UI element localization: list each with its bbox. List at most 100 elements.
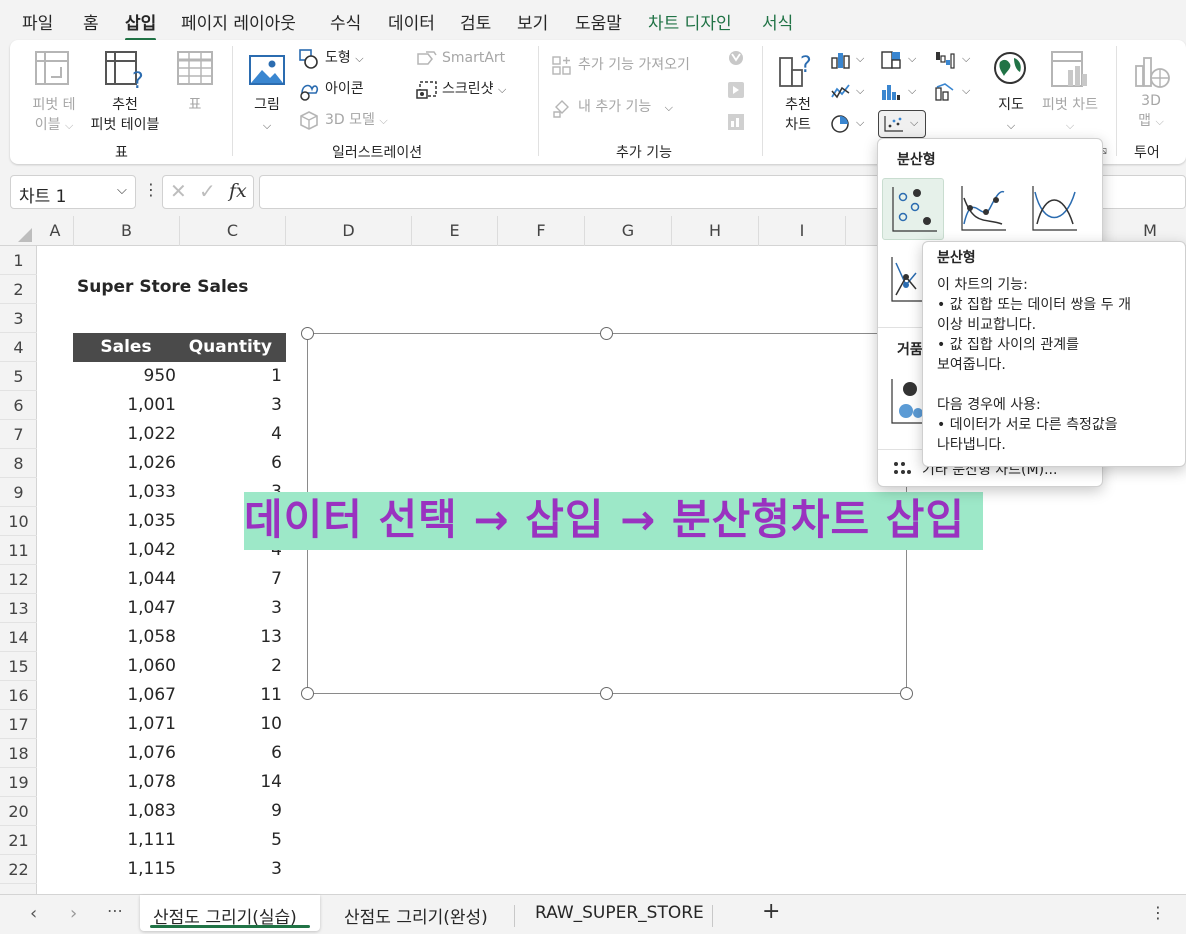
row-header[interactable]: 15	[0, 652, 37, 681]
sales-cell[interactable]: 1,067	[74, 681, 176, 710]
picture-button[interactable]: 그림 ⌵	[244, 48, 290, 132]
quantity-cell[interactable]: 2	[180, 652, 282, 681]
column-header-d[interactable]: D	[286, 216, 412, 246]
column-chart-button[interactable]: ⌵	[828, 48, 868, 72]
row-header[interactable]: 21	[0, 826, 37, 855]
scroll-left-icon[interactable]: ‹	[30, 903, 37, 924]
my-addins-button[interactable]: 내 추가 기능 ⌵	[550, 96, 700, 120]
row-header[interactable]: 16	[0, 681, 37, 710]
pivot-chart-button[interactable]: 피벗 차트 ⌵	[1036, 48, 1104, 138]
row-header[interactable]: 11	[0, 536, 37, 565]
smartart-button[interactable]: SmartArt	[416, 48, 516, 70]
row-header[interactable]: 20	[0, 797, 37, 826]
column-header-e[interactable]: E	[412, 216, 498, 246]
enter-icon[interactable]: ✓	[199, 179, 216, 203]
resize-handle-bottom-left[interactable]	[301, 687, 314, 700]
tab-formulas[interactable]: 수식	[330, 9, 361, 34]
row-header[interactable]: 4	[0, 333, 37, 362]
sheet-tab-complete[interactable]: 산점도 그리기(완성)	[344, 903, 488, 928]
pie-chart-button[interactable]: ⌵	[828, 112, 868, 136]
map-chart-button[interactable]: 지도 ⌵	[988, 48, 1034, 138]
row-header[interactable]: 13	[0, 594, 37, 623]
row-header[interactable]: 18	[0, 739, 37, 768]
tab-chart-design[interactable]: 차트 디자인	[648, 9, 732, 34]
column-header-c[interactable]: C	[180, 216, 286, 246]
quantity-cell[interactable]: 7	[180, 565, 282, 594]
tab-home[interactable]: 홈	[83, 9, 99, 34]
sales-cell[interactable]: 1,083	[74, 797, 176, 826]
quantity-cell[interactable]: 6	[180, 739, 282, 768]
column-header-b[interactable]: B	[74, 216, 180, 246]
tab-insert[interactable]: 삽입	[125, 9, 157, 41]
screenshot-button[interactable]: 스크린샷 ⌵	[416, 79, 528, 101]
tab-data[interactable]: 데이터	[388, 9, 435, 34]
sales-cell[interactable]: 1,035	[74, 507, 176, 536]
chevron-down-icon[interactable]: ⌵	[117, 183, 127, 198]
3d-models-button[interactable]: 3D 모델 ⌵	[298, 110, 408, 132]
add-sheet-button[interactable]: +	[762, 899, 780, 924]
options-icon[interactable]: ⋮	[1150, 903, 1166, 922]
get-addins-button[interactable]: 추가 기능 가져오기	[550, 54, 720, 78]
resize-handle-bottom-right[interactable]	[900, 687, 913, 700]
sales-cell[interactable]: 1,115	[74, 855, 176, 884]
column-header-h[interactable]: H	[672, 216, 759, 246]
row-header[interactable]: 8	[0, 449, 37, 478]
quantity-cell[interactable]: 10	[180, 710, 282, 739]
scatter-smooth-lines-markers-option[interactable]	[952, 178, 1014, 240]
sales-cell[interactable]: 1,078	[74, 768, 176, 797]
bing-maps-icon[interactable]	[726, 80, 746, 100]
row-header[interactable]: 6	[0, 391, 37, 420]
tab-help[interactable]: 도움말	[575, 9, 622, 34]
row-header[interactable]: 5	[0, 362, 37, 391]
row-header[interactable]: 2	[0, 275, 37, 304]
row-header[interactable]: 14	[0, 623, 37, 652]
pivot-table-button[interactable]: 피벗 테 이블 ⌵	[26, 48, 90, 133]
icons-button[interactable]: 아이콘	[298, 79, 388, 101]
sales-cell[interactable]: 1,060	[74, 652, 176, 681]
column-header-a[interactable]: A	[37, 216, 74, 246]
row-header[interactable]: 7	[0, 420, 37, 449]
scatter-smooth-lines-option[interactable]	[1023, 178, 1085, 240]
sales-cell[interactable]: 1,026	[74, 449, 176, 478]
row-header[interactable]: 19	[0, 768, 37, 797]
quantity-cell[interactable]: 3	[180, 855, 282, 884]
row-header[interactable]: 10	[0, 507, 37, 536]
cancel-icon[interactable]: ✕	[170, 179, 187, 203]
insert-function-button[interactable]: fx	[229, 180, 247, 202]
sales-cell[interactable]: 1,076	[74, 739, 176, 768]
quantity-cell[interactable]: 6	[180, 449, 282, 478]
row-header[interactable]: 9	[0, 478, 37, 507]
tab-review[interactable]: 검토	[460, 9, 491, 34]
sales-cell[interactable]: 1,042	[74, 536, 176, 565]
select-all-icon[interactable]	[14, 226, 34, 244]
column-header-g[interactable]: G	[585, 216, 672, 246]
scroll-right-icon[interactable]: ›	[70, 903, 77, 924]
column-header-i[interactable]: I	[759, 216, 846, 246]
visio-icon[interactable]	[726, 48, 746, 68]
people-graph-icon[interactable]	[726, 112, 746, 132]
3d-map-button[interactable]: 3D 맵 ⌵	[1126, 48, 1176, 138]
name-box[interactable]: 차트 1 ⌵	[10, 175, 136, 209]
resize-handle-top[interactable]	[600, 327, 613, 340]
table-button[interactable]: 표	[170, 48, 218, 132]
quantity-cell[interactable]: 5	[180, 826, 282, 855]
resize-handle-bottom[interactable]	[600, 687, 613, 700]
more-sheets-button[interactable]: ⋯	[107, 901, 123, 920]
combo-chart-button[interactable]: ⌵	[932, 80, 976, 104]
row-header[interactable]: 12	[0, 565, 37, 594]
row-header[interactable]: 1	[0, 246, 37, 275]
quantity-cell[interactable]: 11	[180, 681, 282, 710]
sales-cell[interactable]: 1,044	[74, 565, 176, 594]
shapes-button[interactable]: 도형 ⌵	[298, 48, 380, 70]
sheet-tab-raw[interactable]: RAW_SUPER_STORE	[535, 903, 704, 923]
quantity-cell[interactable]: 9	[180, 797, 282, 826]
quantity-cell[interactable]: 3	[180, 391, 282, 420]
sales-cell[interactable]: 1,111	[74, 826, 176, 855]
sales-cell[interactable]: 950	[74, 362, 176, 391]
quantity-cell[interactable]: 4	[180, 420, 282, 449]
tab-file[interactable]: 파일	[22, 9, 53, 34]
row-header[interactable]: 22	[0, 855, 37, 884]
tab-page-layout[interactable]: 페이지 레이아웃	[181, 9, 296, 34]
tab-format[interactable]: 서식	[762, 9, 793, 34]
column-header-f[interactable]: F	[498, 216, 585, 246]
